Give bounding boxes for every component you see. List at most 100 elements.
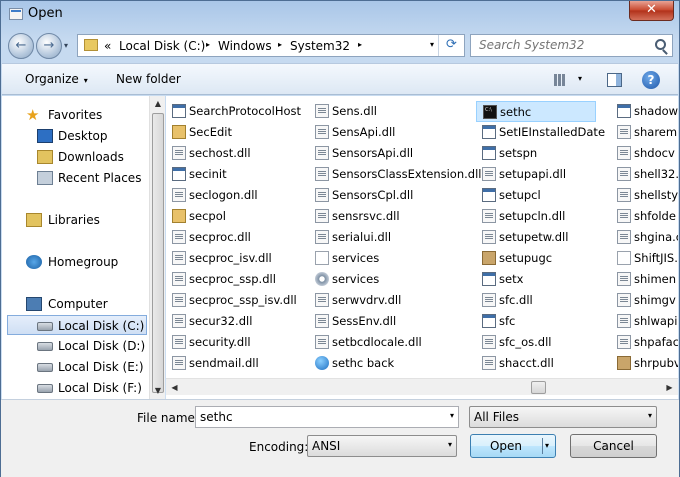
- file-item[interactable]: sharem: [611, 122, 678, 143]
- file-item[interactable]: secinit: [166, 164, 304, 185]
- file-item[interactable]: shacct.dll: [476, 353, 596, 374]
- file-item[interactable]: SearchProtocolHost: [166, 101, 304, 122]
- breadcrumb-arrow[interactable]: ▸: [358, 40, 362, 49]
- sidebar-item-desktop[interactable]: Desktop: [2, 126, 147, 146]
- file-item[interactable]: ShiftJIS.: [611, 248, 678, 269]
- search-icon[interactable]: [655, 39, 666, 50]
- file-item[interactable]: secproc.dll: [166, 227, 304, 248]
- file-item[interactable]: SensorsClassExtension.dll: [309, 164, 481, 185]
- file-item[interactable]: shdocv: [611, 143, 678, 164]
- file-item[interactable]: setupcl: [476, 185, 596, 206]
- file-item[interactable]: setx: [476, 269, 596, 290]
- sidebar-item-local-disk-f[interactable]: Local Disk (F:): [2, 378, 147, 398]
- scroll-thumb[interactable]: [152, 113, 164, 393]
- encoding-select[interactable]: ANSI ▾: [307, 435, 457, 457]
- file-item[interactable]: secproc_ssp_isv.dll: [166, 290, 304, 311]
- preview-pane-icon[interactable]: [607, 73, 622, 87]
- file-type-select[interactable]: All Files ▾: [469, 406, 657, 428]
- file-item[interactable]: serialui.dll: [309, 227, 469, 248]
- address-bar[interactable]: « Local Disk (C:) ▸ Windows ▸ System32 ▸…: [77, 34, 465, 57]
- file-item[interactable]: shpafac: [611, 332, 678, 353]
- file-item[interactable]: secpol: [166, 206, 304, 227]
- chevron-down-icon[interactable]: ▾: [450, 411, 454, 420]
- breadcrumb-system32[interactable]: System32: [290, 39, 350, 53]
- file-item[interactable]: sethc back: [309, 353, 469, 374]
- file-item[interactable]: shlwapi: [611, 311, 678, 332]
- sidebar-item-recent-places[interactable]: Recent Places: [2, 168, 147, 188]
- forward-button[interactable]: →: [36, 33, 62, 59]
- scroll-left-arrow[interactable]: ◀: [166, 379, 183, 396]
- file-item[interactable]: services: [309, 269, 469, 290]
- sidebar-item-downloads[interactable]: Downloads: [2, 147, 147, 167]
- breadcrumb-windows[interactable]: Windows: [218, 39, 272, 53]
- file-name-combo[interactable]: ▾: [195, 406, 459, 428]
- file-item[interactable]: shimgv: [611, 290, 678, 311]
- chevron-down-icon[interactable]: ▾: [545, 435, 549, 457]
- file-item[interactable]: setupcln.dll: [476, 206, 596, 227]
- file-item[interactable]: shrpubv: [611, 353, 678, 374]
- file-item[interactable]: SetIEInstalledDate: [476, 122, 605, 143]
- file-item[interactable]: SensorsCpl.dll: [309, 185, 469, 206]
- file-item[interactable]: SecEdit: [166, 122, 304, 143]
- new-folder-button[interactable]: New folder: [116, 72, 181, 86]
- file-item[interactable]: SensorsApi.dll: [309, 143, 469, 164]
- chevron-down-icon[interactable]: ▾: [578, 74, 582, 83]
- sidebar-item-homegroup[interactable]: Homegroup: [2, 252, 147, 272]
- file-item[interactable]: shadow: [611, 101, 678, 122]
- file-item[interactable]: secproc_isv.dll: [166, 248, 304, 269]
- file-item[interactable]: shimen: [611, 269, 678, 290]
- breadcrumb-local-disk[interactable]: Local Disk (C:): [119, 39, 205, 53]
- breadcrumb-arrow[interactable]: ▸: [278, 40, 282, 49]
- open-button[interactable]: Open ▾: [470, 434, 556, 458]
- file-item[interactable]: shell32.: [611, 164, 678, 185]
- sidebar-item-libraries[interactable]: Libraries: [2, 210, 147, 230]
- file-item[interactable]: sfc.dll: [476, 290, 596, 311]
- file-item[interactable]: sechost.dll: [166, 143, 304, 164]
- file-item[interactable]: setupetw.dll: [476, 227, 596, 248]
- address-overflow[interactable]: «: [104, 39, 111, 53]
- search-input[interactable]: [479, 38, 649, 52]
- file-item[interactable]: SensApi.dll: [309, 122, 469, 143]
- file-item[interactable]: SessEnv.dll: [309, 311, 469, 332]
- file-item[interactable]: secur32.dll: [166, 311, 304, 332]
- file-item[interactable]: sfc_os.dll: [476, 332, 596, 353]
- scroll-up-arrow[interactable]: ▲: [150, 96, 166, 112]
- close-button[interactable]: ✕: [629, 1, 674, 21]
- refresh-icon[interactable]: ⟳: [438, 35, 464, 56]
- sidebar-item-local-disk-c[interactable]: Local Disk (C:): [7, 315, 147, 335]
- file-item[interactable]: Sens.dll: [309, 101, 469, 122]
- file-item[interactable]: sethc: [476, 101, 596, 122]
- search-box[interactable]: [470, 34, 673, 57]
- file-item[interactable]: sfc: [476, 311, 596, 332]
- file-item[interactable]: services: [309, 248, 469, 269]
- file-item[interactable]: setupapi.dll: [476, 164, 596, 185]
- cancel-button[interactable]: Cancel: [570, 434, 657, 458]
- scroll-right-arrow[interactable]: ▶: [661, 379, 678, 396]
- scroll-down-arrow[interactable]: ▼: [150, 383, 166, 399]
- file-item[interactable]: setspn: [476, 143, 596, 164]
- organize-button[interactable]: Organize ▾: [25, 72, 88, 86]
- address-dropdown[interactable]: ▾: [430, 40, 434, 49]
- file-item[interactable]: seclogon.dll: [166, 185, 304, 206]
- sidebar-item-local-disk-e[interactable]: Local Disk (E:): [2, 357, 147, 377]
- file-item[interactable]: setupugc: [476, 248, 596, 269]
- sidebar-item-local-disk-d[interactable]: Local Disk (D:): [2, 336, 147, 356]
- file-item[interactable]: setbcdlocale.dll: [309, 332, 469, 353]
- file-list-scrollbar[interactable]: ◀ ▶: [166, 378, 678, 395]
- file-item[interactable]: shfolde: [611, 206, 678, 227]
- file-item[interactable]: sensrsvc.dll: [309, 206, 469, 227]
- file-name-input[interactable]: [200, 410, 436, 424]
- views-icon[interactable]: [554, 74, 566, 86]
- back-button[interactable]: ←: [8, 33, 34, 59]
- nav-scrollbar[interactable]: ▲ ▼: [149, 96, 165, 399]
- file-item[interactable]: serwvdrv.dll: [309, 290, 469, 311]
- file-item[interactable]: shgina.c: [611, 227, 678, 248]
- file-item[interactable]: security.dll: [166, 332, 304, 353]
- file-item[interactable]: secproc_ssp.dll: [166, 269, 304, 290]
- scroll-thumb[interactable]: [531, 381, 546, 394]
- file-item[interactable]: sendmail.dll: [166, 353, 304, 374]
- help-icon[interactable]: ?: [642, 71, 660, 89]
- recent-locations-dropdown[interactable]: ▾: [64, 41, 68, 50]
- sidebar-item-computer[interactable]: Computer: [2, 294, 147, 314]
- sidebar-item-favorites[interactable]: ★ Favorites: [2, 105, 147, 125]
